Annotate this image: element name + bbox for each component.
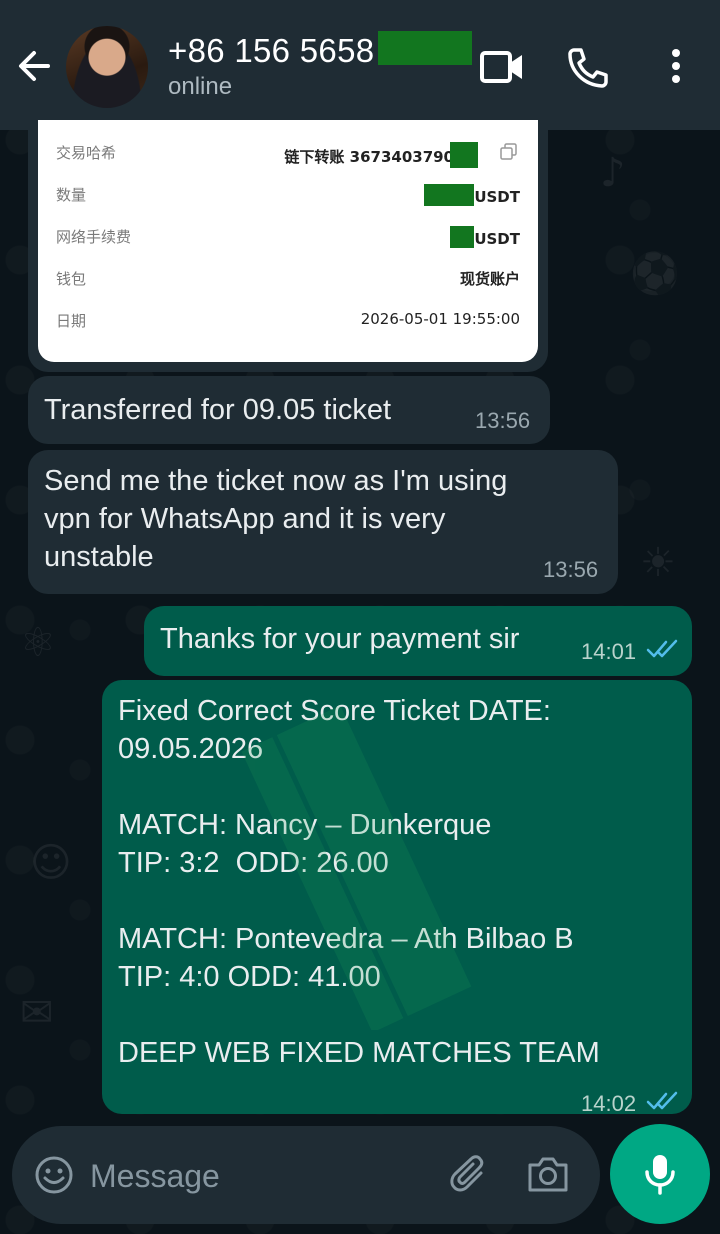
screenshot-row-amount: 数量 USDT [56, 184, 520, 214]
screenshot-label: 交易哈希 [56, 144, 117, 162]
wallpaper-doodle: ☺ [30, 840, 72, 886]
message-text: Send me the ticket now as I'm using vpn … [44, 465, 508, 573]
emoji-icon[interactable] [34, 1155, 74, 1195]
screenshot-value: USDT [474, 188, 520, 206]
back-arrow-icon [19, 51, 50, 81]
screenshot-value: USDT [474, 230, 520, 248]
screenshot-label: 钱包 [56, 270, 87, 288]
mic-icon [645, 1155, 675, 1195]
screenshot-row-wallet: 钱包 现货账户 [56, 268, 520, 298]
message-time: 14:01 [581, 639, 637, 664]
outgoing-message[interactable]: Fixed Correct Score Ticket DATE: 09.05.2… [102, 680, 692, 1116]
screenshot-row-date: 日期 2026-05-01 19:55:00 [56, 310, 520, 340]
screenshot-row-hash: 交易哈希 链下转账 3673403790 [56, 142, 520, 172]
screenshot-value: 链下转账 3673403790 [284, 148, 454, 166]
wallpaper-doodle: ⚽ [630, 251, 680, 297]
redaction-mark [450, 142, 478, 168]
incoming-message[interactable]: Transferred for 09.05 ticket 13:56 [28, 376, 550, 444]
wallpaper-doodle: ✉ [20, 990, 54, 1036]
redaction-mark [450, 226, 475, 248]
more-options-icon [672, 49, 680, 83]
back-button[interactable] [14, 44, 54, 88]
incoming-message[interactable]: Send me the ticket now as I'm using vpn … [28, 450, 618, 594]
chat-header: +86 156 5658 online [0, 0, 720, 130]
contact-avatar[interactable] [66, 26, 148, 108]
contact-status: online [168, 73, 233, 100]
screenshot-label: 数量 [56, 186, 87, 204]
redaction-mark [378, 31, 472, 65]
payment-screenshot[interactable]: 交易哈希 链下转账 3673403790 数量 USDT 网络手续费 USDT … [38, 120, 538, 362]
video-call-icon [480, 51, 522, 83]
redaction-mark [424, 184, 475, 206]
wallpaper-doodle: ☀ [640, 540, 676, 586]
wallpaper-doodle: ⚛ [20, 620, 56, 666]
wallpaper-doodle: ♪ [600, 150, 626, 196]
contact-name[interactable]: +86 156 5658 [168, 32, 374, 70]
message-text: Transferred for 09.05 ticket [44, 394, 392, 426]
message-composer[interactable]: Message [12, 1126, 600, 1224]
more-options-button[interactable] [654, 44, 698, 90]
screenshot-value: 现货账户 [459, 270, 520, 288]
read-ticks-icon [646, 1091, 678, 1110]
message-text: Fixed Correct Score Ticket DATE: 09.05.2… [118, 695, 600, 1069]
message-input[interactable]: Message [90, 1158, 220, 1195]
read-ticks-icon [646, 639, 678, 658]
outgoing-message[interactable]: Thanks for your payment sir 14:01 [144, 606, 692, 676]
voice-call-button[interactable] [564, 44, 612, 90]
screenshot-label: 网络手续费 [56, 228, 132, 246]
camera-icon[interactable] [526, 1154, 570, 1194]
video-call-button[interactable] [478, 44, 526, 90]
message-time: 13:56 [475, 408, 531, 433]
voice-record-button[interactable] [610, 1124, 710, 1224]
screenshot-value: 2026-05-01 19:55:00 [360, 310, 520, 328]
message-time: 14:02 [581, 1091, 637, 1116]
voice-call-icon [568, 48, 608, 88]
message-time: 13:56 [543, 557, 599, 582]
copy-icon[interactable] [500, 143, 518, 161]
screenshot-label: 日期 [56, 312, 87, 330]
screenshot-row-fee: 网络手续费 USDT [56, 226, 520, 256]
attach-icon[interactable] [448, 1153, 492, 1197]
message-text: Thanks for your payment sir [160, 623, 520, 655]
